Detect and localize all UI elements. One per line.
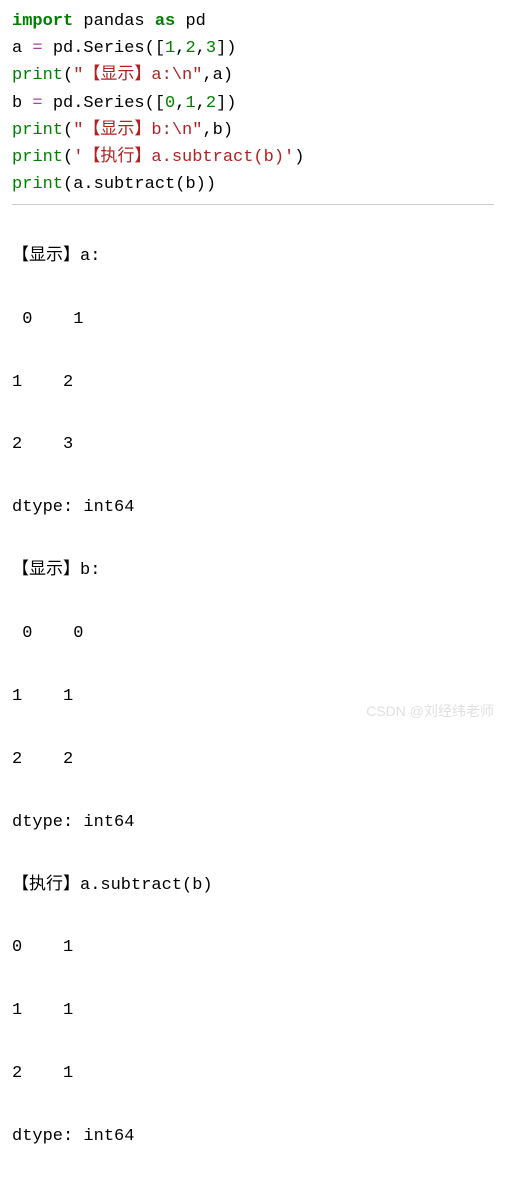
series-class: Series (83, 39, 144, 58)
close-args: ]) (216, 94, 236, 113)
divider (12, 204, 494, 205)
keyword-as: as (155, 12, 175, 31)
arg-b-paren: (b) (175, 175, 206, 194)
output-line: 1 2 (12, 367, 494, 398)
arg-a: a (213, 66, 223, 85)
open-args: ([ (145, 94, 165, 113)
num-1: 1 (185, 94, 195, 113)
num-3: 3 (206, 39, 216, 58)
output-line: 【执行】a.subtract(b) (12, 870, 494, 901)
code-line-6: print('【执行】a.subtract(b)') (12, 144, 494, 171)
paren-close: ) (223, 121, 233, 140)
code-line-7: print(a.subtract(b)) (12, 171, 494, 198)
alias-name: pd (185, 12, 205, 31)
paren-open: ( (63, 121, 73, 140)
code-line-3: print("【显示】a:\n",a) (12, 62, 494, 89)
output-line: dtype: int64 (12, 807, 494, 838)
comma: , (196, 94, 206, 113)
code-line-2: a = pd.Series([1,2,3]) (12, 35, 494, 62)
comma: , (175, 94, 185, 113)
string-literal: "【显示】b:\n" (73, 121, 202, 140)
var-b: b (12, 94, 22, 113)
pd-prefix: pd. (53, 94, 84, 113)
op-eq: = (22, 94, 53, 113)
code-line-1: import pandas as pd (12, 8, 494, 35)
paren-close: ) (206, 175, 216, 194)
comma: , (202, 66, 212, 85)
output-line: 2 1 (12, 1058, 494, 1089)
paren-open: ( (63, 175, 73, 194)
output-line: dtype: int64 (12, 492, 494, 523)
output-line: 0 0 (12, 618, 494, 649)
output-line: 0 1 (12, 932, 494, 963)
open-args: ([ (145, 39, 165, 58)
output-block: 【显示】a: 0 1 1 2 2 3 dtype: int64 【显示】b: 0… (12, 209, 494, 1184)
pd-prefix: pd. (53, 39, 84, 58)
code-block: import pandas as pd a = pd.Series([1,2,3… (12, 8, 494, 198)
paren-open: ( (63, 66, 73, 85)
code-line-5: print("【显示】b:\n",b) (12, 117, 494, 144)
num-0: 0 (165, 94, 175, 113)
num-2: 2 (185, 39, 195, 58)
paren-close: ) (223, 66, 233, 85)
print-func: print (12, 175, 63, 194)
output-line: 1 1 (12, 995, 494, 1026)
string-literal: '【执行】a.subtract(b)' (73, 148, 294, 167)
comma: , (196, 39, 206, 58)
output-line: 2 2 (12, 744, 494, 775)
output-line: 【显示】b: (12, 555, 494, 586)
output-line: 【显示】a: (12, 241, 494, 272)
output-line: 0 1 (12, 304, 494, 335)
comma: , (202, 121, 212, 140)
output-line: dtype: int64 (12, 1121, 494, 1152)
watermark: CSDN @刘经纬老师 (366, 700, 494, 722)
paren-close: ) (294, 148, 304, 167)
num-1: 1 (165, 39, 175, 58)
code-line-4: b = pd.Series([0,1,2]) (12, 90, 494, 117)
string-literal: "【显示】a:\n" (73, 66, 202, 85)
print-func: print (12, 121, 63, 140)
comma: , (175, 39, 185, 58)
series-class: Series (83, 94, 144, 113)
arg-b: b (213, 121, 223, 140)
keyword-import: import (12, 12, 73, 31)
print-func: print (12, 66, 63, 85)
paren-open: ( (63, 148, 73, 167)
num-2: 2 (206, 94, 216, 113)
op-eq: = (22, 39, 53, 58)
module-name: pandas (83, 12, 144, 31)
method-subtract: subtract (94, 175, 176, 194)
arg-a-dot: a. (73, 175, 93, 194)
var-a: a (12, 39, 22, 58)
print-func: print (12, 148, 63, 167)
output-line: 2 3 (12, 429, 494, 460)
close-args: ]) (216, 39, 236, 58)
